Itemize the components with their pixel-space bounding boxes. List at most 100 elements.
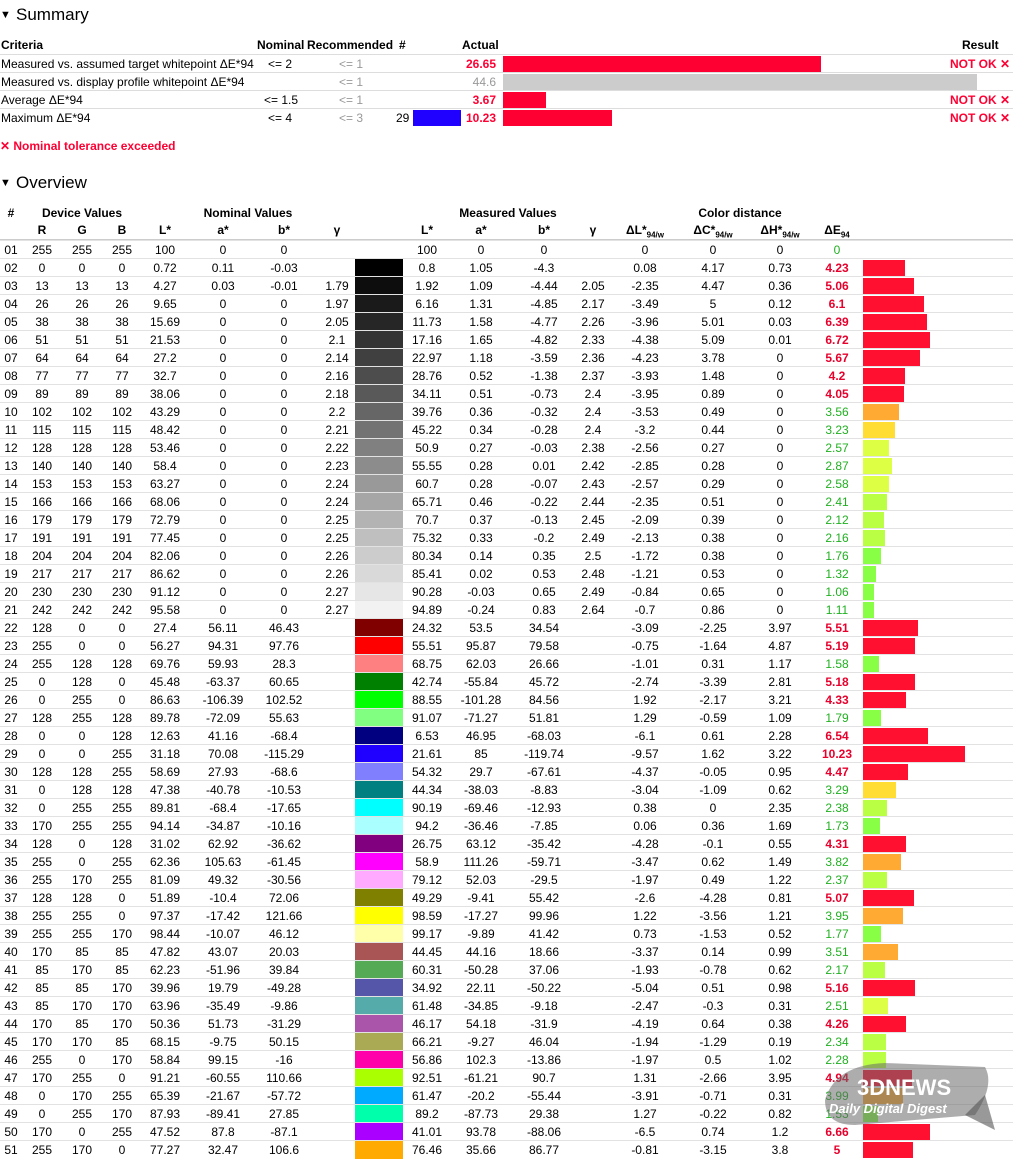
delta-c-cell: 0.74 [701,1125,725,1139]
measured-a-cell: -20.2 [467,1089,495,1103]
delta-c-cell: 0.29 [701,477,725,491]
measured-a-cell: 0 [477,243,485,257]
delta-e-bar [863,764,908,780]
delta-e-cell: 6.1 [828,297,846,311]
delta-l-cell: -2.35 [631,279,659,293]
table-row: 12 128 128 128 53.46 0 0 2.22 50.9 0.27 -0.03 2.38 -… [0,438,1013,457]
index-cell: 38 [4,909,18,923]
device-b-cell: 0 [118,675,126,689]
nominal-l-cell: 62.36 [149,855,181,869]
measured-b-cell: 41.42 [528,927,560,941]
measured-a-cell: 1.09 [469,279,493,293]
measured-b-col-header: b* [538,223,550,237]
measured-l-cell: 34.92 [411,981,443,995]
delta-h-cell: 0.62 [768,963,792,977]
table-row: 29 0 0 255 31.18 70.08 -115.29 21.61 85 -119.74 -9… [0,744,1013,763]
table-row: 36 255 170 255 81.09 49.32 -30.56 79.12 52.03 -29… [0,870,1013,889]
measured-l-cell: 61.48 [411,999,443,1013]
measured-b-cell: 34.54 [528,621,560,635]
delta-e-bar [863,278,914,294]
nominal-gamma-cell: 2.23 [325,459,349,473]
delta-h-cell: 0 [776,369,784,383]
delta-h-cell: 0.99 [768,945,792,959]
delta-e-cell: 4.05 [825,387,849,401]
nominal-a-cell: 0 [219,477,227,491]
nominal-b-cell: 102.52 [265,693,303,707]
measured-l-cell: 0.8 [418,261,436,275]
nominal-a-cell: -10.07 [205,927,241,941]
nominal-a-cell: -51.96 [205,963,241,977]
criteria-cell: Average ΔE*94 [1,93,83,107]
device-g-cell: 102 [71,405,93,419]
nominal-l-cell: 91.12 [149,585,181,599]
measured-gamma-cell: 2.45 [581,513,605,527]
delta-l-cell: -4.37 [631,765,659,779]
delta-c-cell: 5 [709,297,717,311]
nominal-l-cell: 9.65 [153,297,177,311]
measured-b-cell: -68.03 [526,729,562,743]
nominal-a-cell: -40.78 [205,783,241,797]
delta-c-cell: 3.78 [701,351,725,365]
measured-a-cell: 53.5 [469,621,493,635]
device-g-cell: 0 [78,747,86,761]
device-g-cell: 0 [78,261,86,275]
delta-h-cell: 1.69 [768,819,792,833]
device-r-cell: 153 [31,477,53,491]
overview-toggle[interactable]: ▼ Overview [0,173,87,193]
index-cell: 01 [4,243,18,257]
overview-title: Overview [16,173,87,192]
color-swatch [355,799,403,817]
measured-a-cell: 1.05 [469,261,493,275]
device-b-cell: 255 [111,855,133,869]
nominal-l-cell: 82.06 [149,549,181,563]
index-cell: 35 [4,855,18,869]
color-swatch [355,727,403,745]
measured-l-cell: 91.07 [411,711,443,725]
index-cell: 31 [4,783,18,797]
device-g-cell: 0 [78,855,86,869]
delta-e-bar [863,260,905,276]
delta-e-bar [863,1142,913,1158]
delta-l-cell: -4.38 [631,333,659,347]
index-cell: 34 [4,837,18,851]
device-r-cell: 51 [35,333,49,347]
delta-h-cell: 0.38 [768,1017,792,1031]
device-g-cell: 128 [71,675,93,689]
device-g-cell: 0 [78,621,86,635]
delta-l-cell: -0.7 [634,603,656,617]
color-swatch [355,313,403,331]
nominal-a-cell: -63.37 [205,675,241,689]
nominal-b-cell: 55.63 [268,711,300,725]
measured-b-cell: 0.01 [532,459,556,473]
delta-e-cell: 1.06 [825,585,849,599]
color-swatch [355,457,403,475]
delta-l-cell: 1.29 [633,711,657,725]
measured-a-cell: 0.51 [469,387,493,401]
measured-l-cell: 70.7 [415,513,439,527]
color-swatch [355,1123,403,1141]
table-row: 22 128 0 0 27.4 56.11 46.43 24.32 53.5 34.54 -3.09… [0,618,1013,637]
delta-l-cell: -4.23 [631,351,659,365]
nominal-l-cell: 47.52 [149,1125,181,1139]
nominal-a-cell: 0.11 [211,261,235,275]
device-b-cell: 128 [111,837,133,851]
device-r-cell: 26 [35,297,49,311]
nominal-a-cell: 0 [219,333,227,347]
device-r-cell: 170 [31,945,53,959]
delta-e-cell: 5.16 [825,981,849,995]
table-row: 16 179 179 179 72.79 0 0 2.25 70.7 0.37 -0.13 2.45 -… [0,510,1013,529]
device-b-cell: 255 [111,873,133,887]
summary-toggle[interactable]: ▼ Summary [0,5,89,25]
delta-l-cell: 0.73 [633,927,657,941]
delta-h-cell: 0 [776,405,784,419]
measured-l-cell: 26.75 [411,837,443,851]
device-r-cell: 191 [31,531,53,545]
color-swatch [355,403,403,421]
nominal-l-cell: 98.44 [149,927,181,941]
nominal-gamma-cell: 2.25 [325,531,349,545]
delta-l-cell: -3.37 [631,945,659,959]
device-g-cell: 191 [71,531,93,545]
measured-b-cell: 79.58 [528,639,560,653]
delta-l-cell: -3.09 [631,621,659,635]
measured-l-cell: 55.51 [411,639,443,653]
